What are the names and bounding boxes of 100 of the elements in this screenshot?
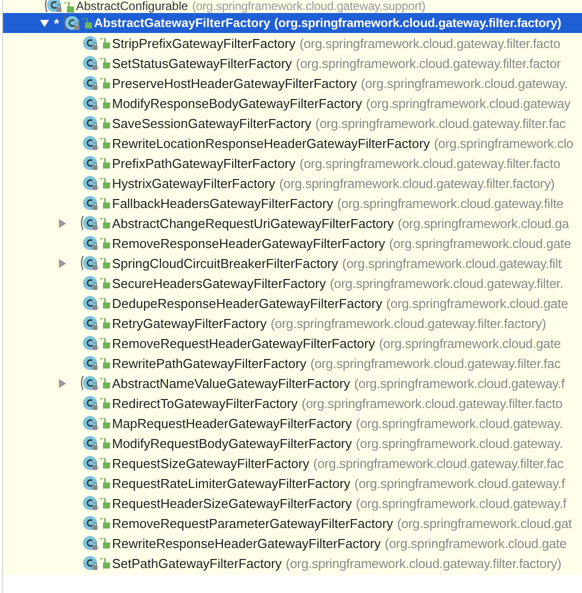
open-lock-icon (100, 478, 110, 488)
package-name: (org.springframework.cloud.ga (398, 216, 570, 230)
class-name: RewriteLocationResponseHeaderGatewayFilterFactory (112, 136, 430, 150)
class-name: ModifyRequestBodyGatewayFilterFactory (112, 436, 352, 450)
tree-row[interactable]: SecureHeadersGatewayFilterFactory (org.springframework.cloud.gateway.filter. (3, 273, 582, 293)
abstract-class-icon (80, 375, 100, 391)
class-icon (80, 435, 100, 451)
tree-row[interactable]: PrefixPathGatewayFilterFactory (org.springframework.cloud.gateway.filter.facto (3, 153, 582, 173)
tree-row[interactable]: AbstractChangeRequestUriGatewayFilterFactory (org.springframework.cloud.ga (3, 213, 582, 233)
tree-row[interactable]: HystrixGatewayFilterFactory (org.springframework.cloud.gateway.filter.factory) (3, 173, 582, 193)
package-name: (org.springframework.cloud.gateway.filter.factory) (286, 556, 562, 570)
tree-row[interactable]: RewriteLocationResponseHeaderGatewayFilterFactory (org.springframework.clo (3, 133, 582, 153)
abstract-class-icon (80, 215, 100, 231)
class-name: RewriteResponseHeaderGatewayFilterFactory (112, 536, 381, 550)
class-name: SecureHeadersGatewayFilterFactory (112, 276, 326, 290)
package-name: (org.springframework.cloud.gateway.filter.factory) (279, 176, 555, 190)
class-icon (80, 75, 100, 91)
tree-row[interactable]: RewriteResponseHeaderGatewayFilterFactory (org.springframework.cloud.gate (3, 533, 582, 553)
expanded-arrow-icon[interactable] (40, 18, 49, 28)
tree-row[interactable]: RemoveRequestParameterGatewayFilterFactory (org.springframework.cloud.gat (3, 513, 582, 533)
class-name: RequestRateLimiterGatewayFilterFactory (112, 476, 350, 490)
tree-row[interactable]: SpringCloudCircuitBreakerFilterFactory (org.springframework.cloud.gateway.filt (3, 253, 582, 273)
class-name: SetStatusGatewayFilterFactory (112, 56, 292, 70)
class-icon (80, 115, 100, 131)
tree-row[interactable]: AbstractConfigurable (org.springframework.cloud.gateway.support) (3, 0, 582, 13)
tree-row[interactable]: * AbstractGatewayFilterFactory (org.springframework.cloud.gateway.filter.factory) (3, 13, 582, 33)
package-name: (org.springframework.cloud.gateway.f (354, 376, 565, 390)
class-icon (80, 495, 100, 511)
open-lock-icon (100, 498, 110, 508)
open-lock-icon (100, 158, 110, 168)
package-name: (org.springframework.clo (434, 136, 574, 150)
tree-row[interactable]: PreserveHostHeaderGatewayFilterFactory (org.springframework.cloud.gateway. (3, 73, 582, 93)
class-name: DedupeResponseHeaderGatewayFilterFactory (112, 296, 382, 310)
open-lock-icon (100, 318, 110, 328)
open-lock-icon (82, 18, 92, 28)
collapsed-arrow-icon[interactable] (58, 218, 67, 228)
class-name: PreserveHostHeaderGatewayFilterFactory (112, 76, 357, 90)
package-name: (org.springframework.cloud.gateway. (360, 76, 568, 90)
class-icon (80, 555, 100, 571)
tree-row[interactable]: AbstractNameValueGatewayFilterFactory (org.springframework.cloud.gateway.f (3, 373, 582, 393)
package-name: (org.springframework.cloud.gateway (366, 96, 570, 110)
tree-row[interactable]: SetPathGatewayFilterFactory (org.springframework.cloud.gateway.filter.factory) (3, 553, 582, 573)
class-name: AbstractNameValueGatewayFilterFactory (112, 376, 350, 390)
open-lock-icon (100, 218, 110, 228)
tree-row[interactable]: ModifyResponseBodyGatewayFilterFactory (org.springframework.cloud.gateway (3, 93, 582, 113)
package-name: (org.springframework.cloud.gateway.f (356, 496, 566, 510)
package-name: (org.springframework.cloud.gate (389, 236, 571, 250)
package-name: (org.springframework.cloud.gateway.filter.factory) (270, 316, 546, 330)
class-icon (80, 175, 100, 191)
open-lock-icon (100, 98, 110, 108)
tree-row[interactable]: FallbackHeadersGatewayFilterFactory (org.springframework.cloud.gateway.filte (3, 193, 582, 213)
class-icon (80, 275, 100, 291)
class-icon (80, 55, 100, 71)
open-lock-icon (100, 558, 110, 568)
package-name: (org.springframework.cloud.gateway.filter.fac (315, 116, 566, 130)
class-icon (80, 35, 100, 51)
tree-row[interactable]: ModifyRequestBodyGatewayFilterFactory (org.springframework.cloud.gateway. (3, 433, 582, 453)
open-lock-icon (100, 118, 110, 128)
open-lock-icon (100, 418, 110, 428)
package-name: (org.springframework.cloud.gateway.filter.factory) (274, 16, 562, 30)
class-icon (80, 515, 100, 531)
class-name: RetryGatewayFilterFactory (112, 316, 267, 330)
class-name: MapRequestHeaderGatewayFilterFactory (112, 416, 352, 430)
tree-row[interactable]: RetryGatewayFilterFactory (org.springframework.cloud.gateway.filter.factory) (3, 313, 582, 333)
package-name: (org.springframework.cloud.gateway.filter.factor (296, 56, 561, 70)
tree-row[interactable]: RedirectToGatewayFilterFactory (org.springframework.cloud.gateway.filter.facto (3, 393, 582, 413)
class-name: AbstractGatewayFilterFactory (94, 16, 270, 30)
class-name: RequestHeaderSizeGatewayFilterFactory (112, 496, 352, 510)
package-name: (org.springframework.cloud.gat (397, 516, 572, 530)
package-name: (org.springframework.cloud.gateway. (356, 416, 563, 430)
open-lock-icon (100, 458, 110, 468)
class-name: RemoveResponseHeaderGatewayFilterFactory (112, 236, 386, 250)
tree-row[interactable]: RemoveResponseHeaderGatewayFilterFactory (org.springframework.cloud.gate (3, 233, 582, 253)
tree-row[interactable]: RewritePathGatewayFilterFactory (org.springframework.cloud.gateway.filter.fac (3, 353, 582, 373)
class-name: RemoveRequestHeaderGatewayFilterFactory (112, 336, 375, 350)
open-lock-icon (100, 238, 110, 248)
open-lock-icon (100, 358, 110, 368)
class-icon (80, 335, 100, 351)
package-name: (org.springframework.cloud.gateway.filter.fac (310, 356, 561, 370)
tree-row[interactable]: DedupeResponseHeaderGatewayFilterFactory (org.springframework.cloud.gate (3, 293, 582, 313)
tree-row[interactable]: MapRequestHeaderGatewayFilterFactory (org.springframework.cloud.gateway. (3, 413, 582, 433)
package-name: (org.springframework.cloud.gate (379, 336, 561, 350)
collapsed-arrow-icon[interactable] (58, 378, 67, 388)
tree-row[interactable]: RequestRateLimiterGatewayFilterFactory (org.springframework.cloud.gateway.f (3, 473, 582, 493)
class-icon (80, 235, 100, 251)
tree-row[interactable]: RequestSizeGatewayFilterFactory (org.springframework.cloud.gateway.filter.fac (3, 453, 582, 473)
collapsed-arrow-icon[interactable] (58, 258, 67, 268)
package-name: (org.springframework.cloud.gate (384, 536, 567, 550)
package-name: (org.springframework.cloud.gateway.filter.facto (300, 156, 560, 170)
tree-row[interactable]: StripPrefixGatewayFilterFactory (org.springframework.cloud.gateway.filter.facto (3, 33, 582, 53)
open-lock-icon (100, 378, 110, 388)
class-icon (80, 95, 100, 111)
tree-row[interactable]: SaveSessionGatewayFilterFactory (org.springframework.cloud.gateway.filter.fac (3, 113, 582, 133)
class-icon (80, 535, 100, 551)
tree-row[interactable]: RemoveRequestHeaderGatewayFilterFactory (org.springframework.cloud.gate (3, 333, 582, 353)
class-icon (80, 415, 100, 431)
tree-row[interactable]: RequestHeaderSizeGatewayFilterFactory (org.springframework.cloud.gateway.f (3, 493, 582, 513)
package-name: (org.springframework.cloud.gateway.f (354, 476, 565, 490)
open-lock-icon (100, 58, 110, 68)
tree-row[interactable]: SetStatusGatewayFilterFactory (org.springframework.cloud.gateway.filter.factor (3, 53, 582, 73)
